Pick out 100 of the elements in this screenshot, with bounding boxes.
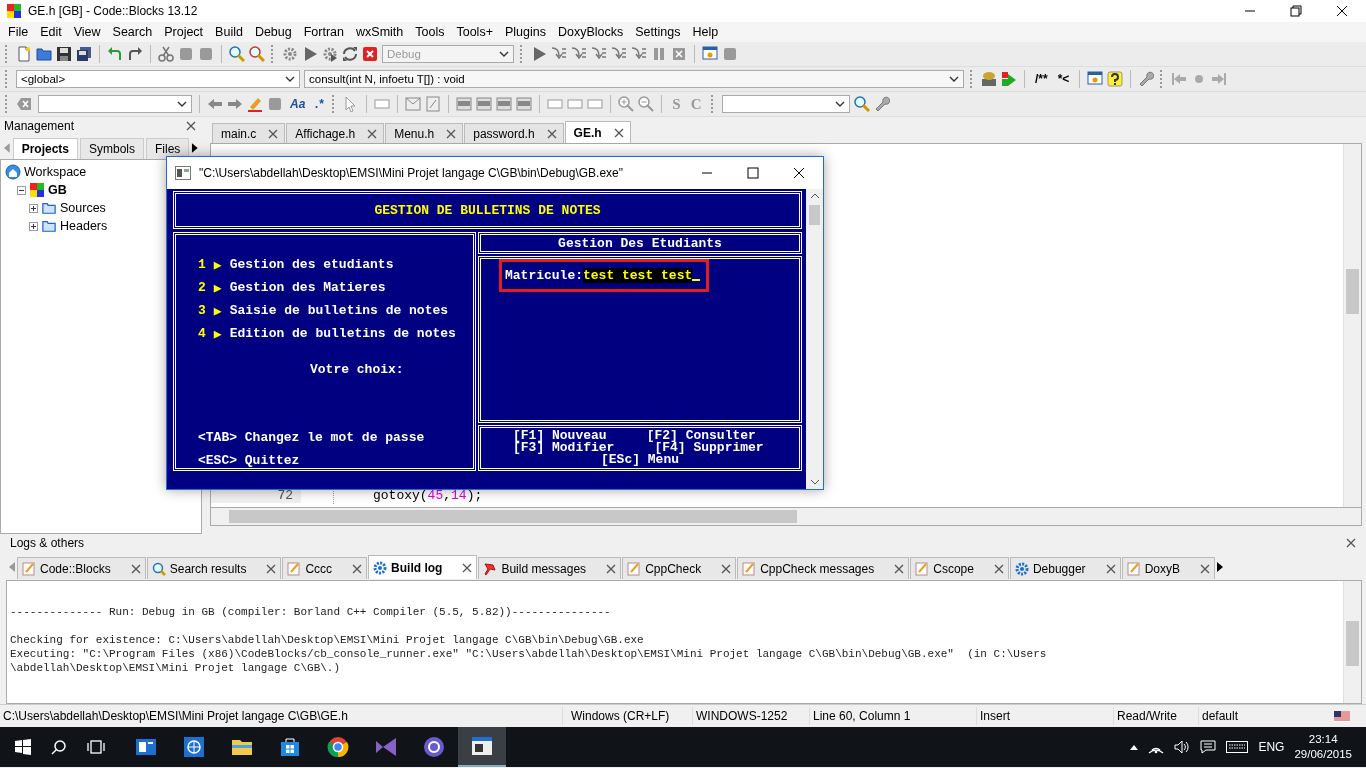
magnifier-icon[interactable] [249, 46, 265, 62]
pencil-icon[interactable] [247, 96, 263, 112]
globe-icon[interactable] [183, 736, 205, 758]
ring-icon[interactable] [423, 736, 445, 758]
close-icon[interactable] [1105, 563, 1116, 574]
scope-dropdown[interactable]: <global> [16, 70, 300, 88]
browser-logo-icon[interactable] [327, 736, 349, 758]
bow-tie-icon[interactable] [375, 736, 397, 758]
search-icon[interactable] [51, 739, 67, 755]
close-icon[interactable] [130, 563, 141, 574]
log-tab[interactable]: Build log [368, 555, 478, 579]
close-icon[interactable] [462, 562, 473, 573]
curved-arrow-icon[interactable] [127, 46, 143, 62]
menu-item[interactable]: Project [158, 25, 210, 39]
menu-item[interactable]: Search [106, 25, 159, 39]
tree-item[interactable]: Headers [60, 219, 108, 233]
task-view-icon[interactable] [87, 739, 105, 755]
caret-up-icon[interactable] [1130, 744, 1139, 750]
regex-button[interactable]: .* [312, 97, 327, 111]
notification-icon[interactable] [1200, 740, 1217, 754]
arrow-right-icon[interactable] [1215, 562, 1224, 572]
scrollbar-thumb[interactable] [809, 205, 820, 225]
menu-item[interactable]: DoxyBlocks [551, 25, 630, 39]
file-tab[interactable]: GE.h [564, 121, 631, 143]
log-tab[interactable]: Code::Blocks [17, 557, 146, 579]
close-icon[interactable] [721, 563, 732, 574]
close-icon[interactable] [993, 563, 1004, 574]
scissors-icon[interactable] [158, 46, 174, 62]
menu-item[interactable]: Tools [409, 25, 451, 39]
close-icon[interactable] [352, 563, 363, 574]
function-dropdown[interactable]: consult(int N, infoetu T[]) : void [304, 70, 964, 88]
tree-item[interactable]: GB [48, 183, 67, 197]
menu-item[interactable]: Fortran [297, 25, 351, 39]
zoom-in-icon[interactable] [618, 96, 635, 112]
scrollbar-thumb[interactable] [229, 510, 797, 523]
log-tab[interactable]: Debugger [1009, 557, 1121, 579]
scrollbar-thumb[interactable] [1346, 269, 1359, 314]
step-arrow-icon[interactable] [591, 46, 607, 62]
scroll-down-icon[interactable] [809, 479, 820, 485]
log-tab[interactable]: Cscope [910, 557, 1009, 579]
wrench-icon[interactable] [1138, 71, 1155, 87]
expand-icon[interactable] [29, 221, 38, 231]
wrench-icon[interactable] [873, 96, 890, 112]
scroll-up-icon[interactable] [809, 193, 820, 199]
x-square-icon[interactable] [671, 46, 687, 62]
menu-item[interactable]: wxSmith [350, 25, 410, 39]
windows-logo-icon[interactable] [15, 739, 31, 755]
arrow-left-icon[interactable] [3, 143, 11, 153]
arrow-right-icon[interactable] [191, 143, 199, 153]
cycle-arrows-icon[interactable] [342, 46, 358, 62]
arrow-left-icon[interactable] [207, 96, 223, 112]
step-arrow-icon[interactable] [611, 46, 627, 62]
new-file-icon[interactable] [16, 46, 32, 62]
menu-item[interactable]: View [67, 25, 107, 39]
file-tab[interactable]: Affichage.h [286, 123, 385, 143]
folder-icon[interactable] [36, 46, 52, 62]
gear-play-icon[interactable] [322, 46, 338, 62]
matricule-field[interactable]: Matricule:test test test [499, 259, 710, 292]
taskbar-button[interactable] [458, 727, 506, 767]
doxy-block-button[interactable]: /** [1032, 72, 1051, 86]
speaker-icon[interactable] [1174, 740, 1191, 754]
scrollbar-thumb[interactable] [1346, 621, 1359, 666]
help-icon[interactable] [1107, 71, 1124, 87]
arrow-left-icon[interactable] [8, 562, 16, 572]
shopping-bag-icon[interactable] [279, 736, 301, 758]
horizontal-scrollbar[interactable] [210, 507, 1362, 526]
file-tab[interactable]: main.c [212, 123, 286, 143]
log-tab[interactable]: Cccc [282, 557, 368, 579]
match-case-button[interactable]: Aa [287, 97, 309, 111]
console-icon[interactable] [471, 735, 493, 757]
log-tab[interactable]: Search results [146, 557, 282, 579]
bar-icon[interactable] [476, 96, 493, 112]
menu-item[interactable]: Tools+ [450, 25, 499, 39]
keyboard-icon[interactable] [1226, 741, 1249, 753]
play-blocks-icon[interactable] [1001, 71, 1017, 87]
curved-arrow-icon[interactable] [107, 46, 123, 62]
monitor-icon[interactable] [702, 46, 718, 62]
panel-tab[interactable]: Projects [12, 138, 78, 159]
stop-icon[interactable] [362, 46, 378, 62]
panel-tab[interactable]: Symbols [80, 138, 144, 159]
menu-item[interactable]: Help [686, 25, 725, 39]
books-icon[interactable] [981, 71, 997, 87]
vertical-scrollbar[interactable] [1343, 581, 1361, 703]
tree-item[interactable]: Sources [60, 201, 106, 215]
expand-icon[interactable] [29, 203, 38, 213]
log-tab[interactable]: CppCheck [622, 557, 737, 579]
play-icon[interactable] [302, 46, 318, 62]
zoom-out-icon[interactable] [638, 96, 655, 112]
close-icon[interactable] [894, 563, 905, 574]
bar-icon[interactable] [516, 96, 533, 112]
log-tab[interactable]: DoxyB [1121, 557, 1215, 579]
log-tab[interactable]: Build messages [478, 557, 622, 579]
bar-icon[interactable] [456, 96, 473, 112]
step-arrow-icon[interactable] [631, 46, 647, 62]
x-tag-icon[interactable] [16, 96, 32, 112]
maximize-icon[interactable] [747, 167, 759, 179]
close-icon[interactable] [1346, 537, 1356, 548]
file-tab[interactable]: password.h [464, 123, 564, 143]
floppy-disks-icon[interactable] [76, 46, 92, 62]
close-icon[interactable] [793, 167, 805, 179]
